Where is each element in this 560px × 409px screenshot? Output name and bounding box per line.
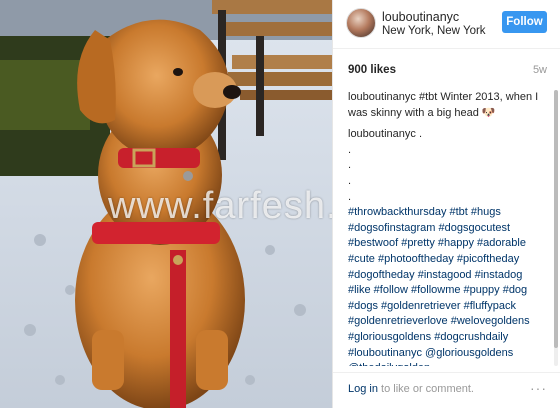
hashtags[interactable]: #throwbackthursday #tbt #hugs #dogsofins… <box>348 205 546 366</box>
username-link[interactable]: louboutinanyc <box>382 10 459 24</box>
comment-text: . <box>418 128 423 141</box>
scrollbar-thumb[interactable] <box>554 90 558 348</box>
comment-dot: . <box>348 159 352 172</box>
likes-count[interactable]: 900 likes <box>348 64 396 76</box>
post-photo: www.farfesh.com <box>0 0 332 408</box>
comments-scrollbar[interactable] <box>554 90 558 366</box>
comments-list: louboutinanyc #tbt Winter 2013, when I w… <box>348 90 546 366</box>
follow-button[interactable]: Follow <box>502 11 547 33</box>
caption: louboutinanyc #tbt Winter 2013, when I w… <box>348 90 546 121</box>
comment-dot: . <box>348 174 352 187</box>
comment-username[interactable]: louboutinanyc <box>348 128 416 140</box>
comment-dot: . <box>348 190 352 203</box>
avatar[interactable] <box>346 8 376 38</box>
post-sidebar: louboutinanyc New York, New York Follow … <box>332 0 560 408</box>
login-suffix: to like or comment. <box>377 383 474 395</box>
more-options-icon[interactable]: ··· <box>530 380 547 396</box>
login-prompt: Log in to like or comment. <box>348 383 474 395</box>
location-link[interactable]: New York, New York <box>382 25 486 37</box>
comment: louboutinanyc . <box>348 127 546 143</box>
comment-dot: . <box>348 143 352 156</box>
post-age[interactable]: 5w <box>533 64 547 76</box>
dog-photo-illustration <box>0 0 332 408</box>
login-link[interactable]: Log in <box>348 383 378 395</box>
caption-username[interactable]: louboutinanyc <box>348 91 416 103</box>
post-footer: Log in to like or comment. ··· <box>333 372 560 409</box>
post-header: louboutinanyc New York, New York Follow <box>333 0 560 49</box>
